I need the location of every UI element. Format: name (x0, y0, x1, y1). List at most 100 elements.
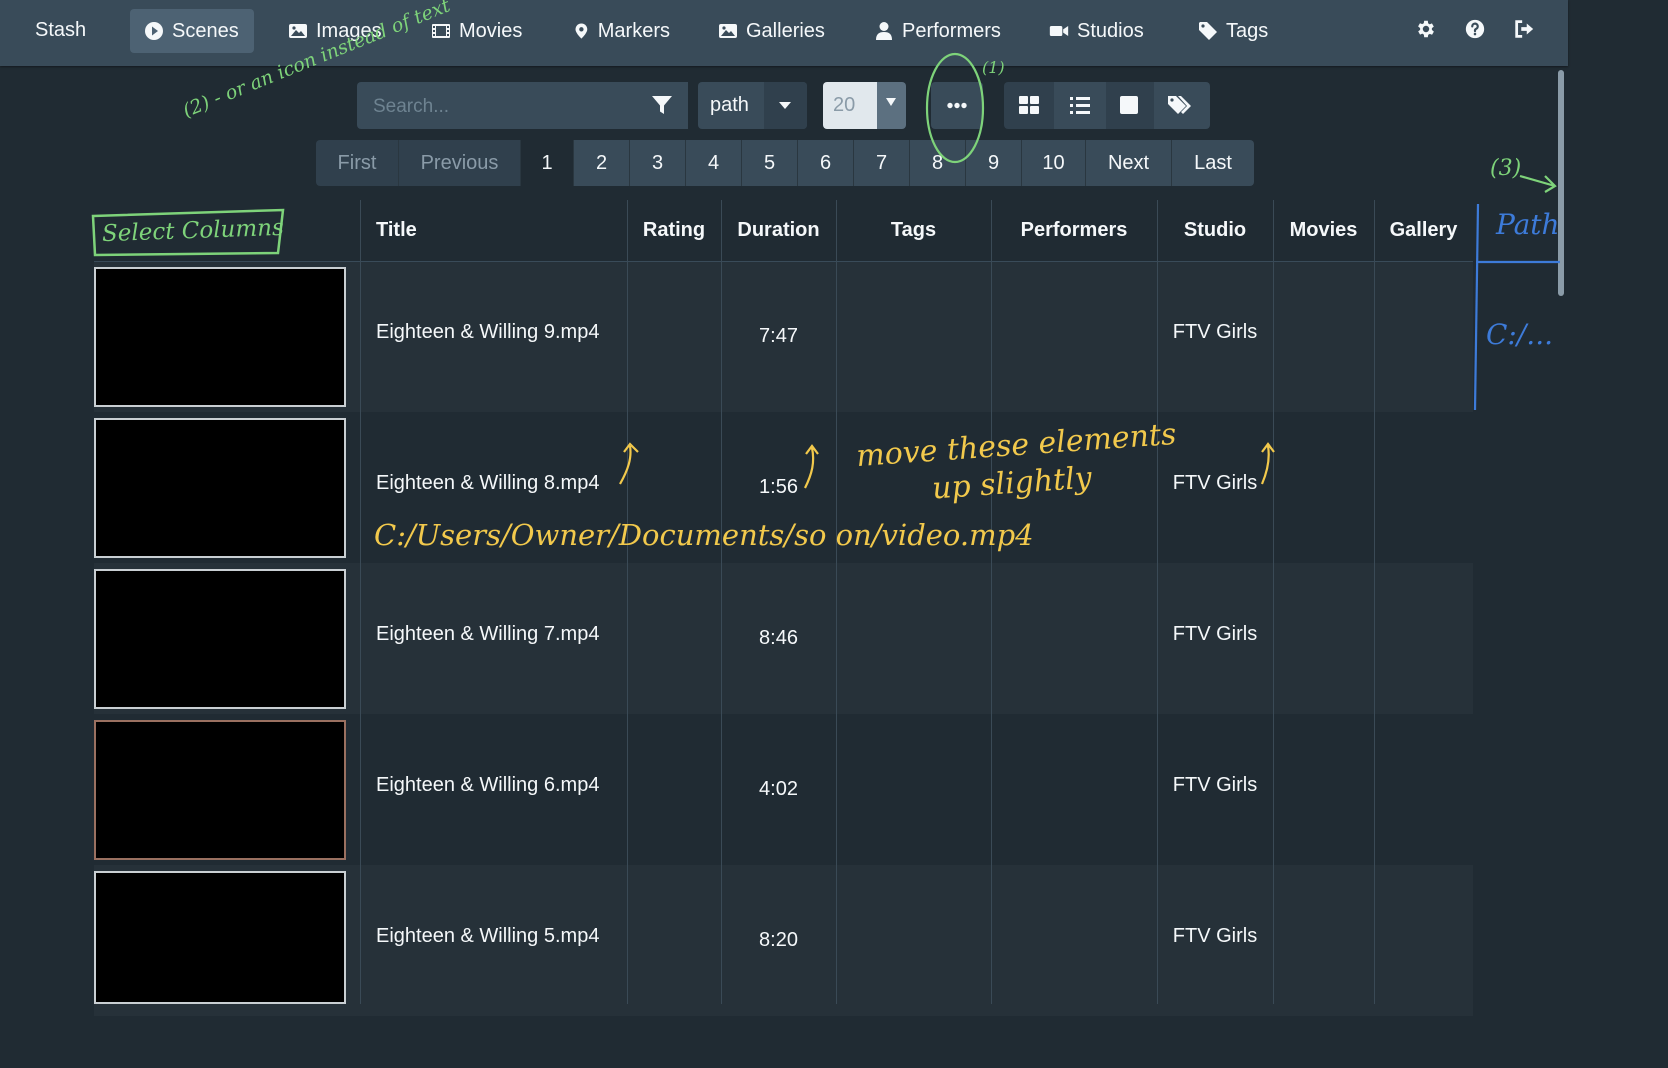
sign-out-icon (1515, 20, 1534, 38)
list-icon (1070, 97, 1090, 114)
scene-title-link[interactable]: Eighteen & Willing 8.mp4 (376, 472, 599, 495)
annotation-path-header: Path (1496, 208, 1560, 241)
scene-thumbnail[interactable] (94, 569, 346, 709)
brand-link[interactable]: Stash (35, 19, 86, 42)
page-first-button[interactable]: First (316, 140, 399, 186)
display-mode-grid[interactable] (1004, 82, 1054, 129)
nav-movies[interactable]: Movies (417, 9, 541, 53)
top-navbar: Stash Scenes Images Movies Markers Galle… (0, 0, 1568, 66)
page-4-button[interactable]: 4 (686, 140, 742, 186)
filter-icon (652, 96, 672, 114)
scene-thumbnail[interactable] (94, 418, 346, 558)
page-1-button[interactable]: 1 (521, 140, 574, 186)
play-circle-icon (145, 22, 163, 40)
nav-markers[interactable]: Markers (559, 9, 684, 53)
display-mode-tagger[interactable] (1154, 82, 1210, 129)
column-header-studio[interactable]: Studio (1157, 200, 1273, 261)
annotation-arrow (1519, 174, 1557, 193)
per-page-dropdown-toggle[interactable] (877, 82, 906, 129)
search-input[interactable] (357, 82, 655, 131)
nav-label: Markers (597, 19, 670, 42)
nav-performers[interactable]: Performers (860, 9, 1016, 53)
page-last-button[interactable]: Last (1172, 140, 1254, 186)
image-icon (289, 24, 307, 38)
annotation-line (1473, 203, 1480, 411)
scene-title-link[interactable]: Eighteen & Willing 5.mp4 (376, 925, 599, 948)
grid-icon (1019, 96, 1039, 114)
scene-thumbnail[interactable] (94, 720, 346, 860)
scene-duration: 8:20 (759, 929, 798, 951)
nav-galleries[interactable]: Galleries (704, 9, 840, 53)
annotation-number: (3) (1490, 156, 1522, 181)
nav-images[interactable]: Images (274, 9, 396, 53)
scene-title-link[interactable]: Eighteen & Willing 9.mp4 (376, 321, 599, 344)
column-header-title[interactable]: Title (376, 200, 417, 261)
nav-label: Performers (902, 19, 1001, 42)
nav-scenes[interactable]: Scenes (130, 9, 254, 53)
column-header-rating[interactable]: Rating (627, 200, 721, 261)
display-mode-list[interactable] (1054, 82, 1106, 129)
caret-down-icon (779, 102, 791, 109)
nav-label: Images (316, 19, 382, 42)
help-button[interactable] (1464, 18, 1488, 42)
video-camera-icon (1049, 26, 1069, 36)
scene-studio-link[interactable]: FTV Girls (1157, 925, 1273, 948)
page-2-button[interactable]: 2 (574, 140, 630, 186)
more-options-button[interactable] (931, 82, 983, 129)
column-divider (1273, 200, 1274, 1004)
column-divider (360, 200, 361, 1004)
column-header-gallery[interactable]: Gallery (1374, 200, 1473, 261)
user-icon (876, 22, 892, 40)
settings-button[interactable] (1415, 18, 1439, 42)
page-3-button[interactable]: 3 (630, 140, 686, 186)
scene-studio-link[interactable]: FTV Girls (1157, 774, 1273, 797)
page-6-button[interactable]: 6 (798, 140, 854, 186)
scene-title-link[interactable]: Eighteen & Willing 7.mp4 (376, 623, 599, 646)
scene-duration: 8:46 (759, 627, 798, 649)
gear-icon (1418, 20, 1434, 38)
nav-label: Galleries (746, 19, 825, 42)
column-divider (836, 200, 837, 1004)
images-icon (719, 24, 737, 38)
scene-duration: 1:56 (759, 476, 798, 498)
tag-icon (1199, 22, 1217, 40)
nav-studios[interactable]: Studios (1035, 9, 1165, 53)
scene-thumbnail[interactable] (94, 871, 346, 1004)
scene-title-link[interactable]: Eighteen & Willing 6.mp4 (376, 774, 599, 797)
page-10-button[interactable]: 10 (1022, 140, 1086, 186)
scene-studio-link[interactable]: FTV Girls (1157, 472, 1273, 495)
page-7-button[interactable]: 7 (854, 140, 910, 186)
column-header-performers[interactable]: Performers (991, 200, 1157, 261)
column-header-duration[interactable]: Duration (721, 200, 836, 261)
filter-button[interactable] (651, 94, 673, 116)
page-previous-button[interactable]: Previous (399, 140, 521, 186)
scrollbar-thumb[interactable] (1558, 70, 1564, 296)
column-divider (627, 200, 628, 1004)
per-page-select[interactable]: 20 (823, 82, 906, 129)
map-marker-icon (575, 23, 588, 39)
nav-label: Studios (1077, 19, 1144, 42)
film-icon (432, 24, 450, 38)
pagination: First Previous 1 2 3 4 5 6 7 8 9 10 Next… (316, 140, 1254, 186)
nav-label: Scenes (172, 19, 239, 42)
page-8-button[interactable]: 8 (910, 140, 966, 186)
caret-down-icon (886, 98, 896, 106)
column-header-tags[interactable]: Tags (836, 200, 991, 261)
scene-studio-link[interactable]: FTV Girls (1157, 623, 1273, 646)
scene-thumbnail[interactable] (94, 267, 346, 407)
column-header-movies[interactable]: Movies (1273, 200, 1374, 261)
sort-by-select[interactable]: path (698, 82, 807, 129)
page-9-button[interactable]: 9 (966, 140, 1022, 186)
ellipsis-icon (947, 102, 967, 109)
logout-button[interactable] (1513, 18, 1537, 42)
page-next-button[interactable]: Next (1086, 140, 1172, 186)
square-icon (1120, 96, 1138, 114)
sort-direction-button[interactable] (764, 82, 807, 129)
column-divider (1374, 200, 1375, 1004)
scene-studio-link[interactable]: FTV Girls (1157, 321, 1273, 344)
per-page-value[interactable]: 20 (823, 82, 877, 129)
question-circle-icon (1465, 19, 1485, 39)
display-mode-wall[interactable] (1106, 82, 1154, 129)
page-5-button[interactable]: 5 (742, 140, 798, 186)
nav-tags[interactable]: Tags (1184, 9, 1284, 53)
